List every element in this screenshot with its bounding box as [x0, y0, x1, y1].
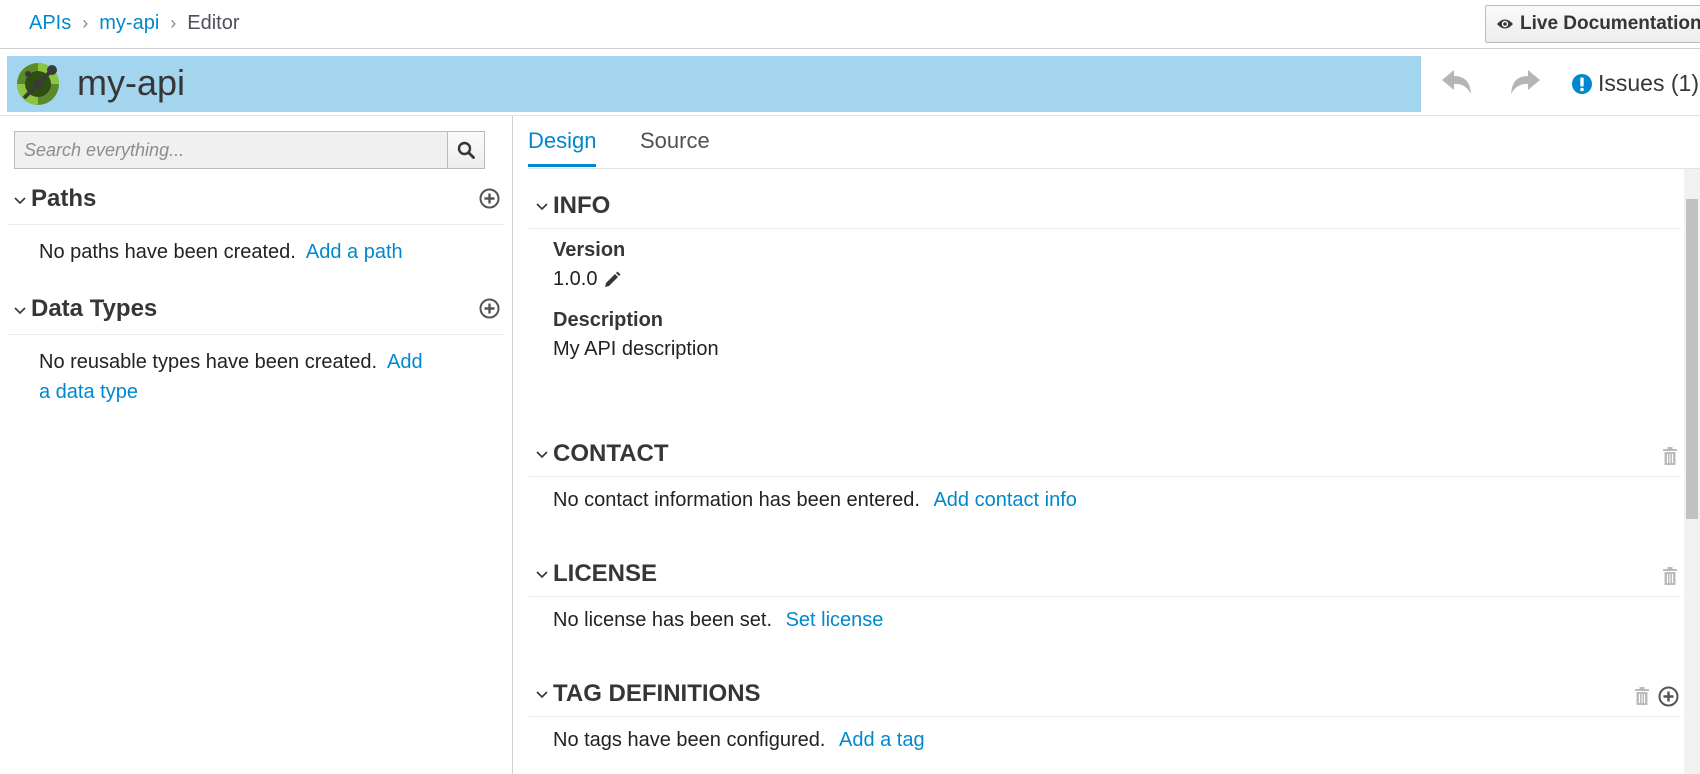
add-path-icon[interactable]: [479, 188, 500, 209]
issues-button[interactable]: Issues (1): [1571, 70, 1699, 97]
eye-icon: [1497, 19, 1513, 29]
description-value[interactable]: My API description: [553, 338, 1681, 361]
description-label: Description: [553, 309, 664, 331]
search-button[interactable]: [448, 131, 485, 169]
set-license-link[interactable]: Set license: [786, 609, 884, 631]
content-scrollbar[interactable]: [1684, 169, 1700, 774]
exclamation-icon: [1572, 73, 1592, 94]
api-title-bar: my-api: [7, 56, 1421, 112]
contact-title: CONTACT: [553, 440, 669, 467]
tags-empty-text: No tags have been configured.: [553, 729, 826, 751]
contact-section: CONTACT No contact information has been …: [529, 431, 1681, 515]
version-row: 1.0.0: [553, 268, 1681, 291]
license-body: No license has been set. Set license: [529, 605, 1681, 635]
api-title: my-api: [77, 62, 186, 103]
paths-title: Paths: [31, 185, 97, 212]
top-bar: APIs › my-api › Editor Live Documentatio…: [0, 0, 1700, 49]
chevron-down-icon[interactable]: [536, 571, 548, 579]
info-title: INFO: [553, 192, 611, 219]
license-empty-text: No license has been set.: [553, 609, 773, 631]
data-types-title: Data Types: [31, 295, 158, 322]
left-navigation-panel: Paths No paths have been created. Add a …: [0, 116, 513, 774]
tags-line: No tags have been configured. Add a tag: [553, 725, 1681, 755]
trash-icon[interactable]: [1662, 447, 1678, 465]
chevron-down-icon[interactable]: [14, 197, 26, 205]
paths-body: No paths have been created. Add a path: [7, 225, 439, 267]
contact-line: No contact information has been entered.…: [553, 485, 1681, 515]
trash-icon[interactable]: [1662, 567, 1678, 585]
license-title: LICENSE: [553, 560, 658, 587]
breadcrumb: APIs › my-api › Editor: [29, 12, 240, 35]
breadcrumb-separator: ›: [82, 13, 89, 33]
redo-icon[interactable]: [1508, 68, 1542, 96]
breadcrumb-api-link[interactable]: my-api: [99, 12, 159, 35]
add-data-type-icon[interactable]: [479, 298, 500, 319]
tag-definitions-title: TAG DEFINITIONS: [553, 680, 761, 707]
logo-icon: [17, 63, 59, 105]
add-tag-icon[interactable]: [1658, 686, 1679, 707]
data-types-section: Data Types No reusable types have been c…: [7, 289, 504, 407]
tag-definitions-header[interactable]: TAG DEFINITIONS: [529, 671, 1681, 717]
live-documentation-label: Live Documentation: [1520, 13, 1700, 34]
trash-icon[interactable]: [1634, 687, 1650, 705]
add-contact-info-link[interactable]: Add contact info: [933, 489, 1076, 511]
tag-definitions-section: TAG DEFINITIONS No tags have been config…: [529, 671, 1681, 755]
chevron-down-icon[interactable]: [14, 307, 26, 315]
issues-label: Issues (1): [1598, 70, 1699, 96]
data-types-header[interactable]: Data Types: [7, 289, 504, 335]
tag-definitions-body: No tags have been configured. Add a tag: [529, 725, 1681, 755]
search-input[interactable]: [14, 131, 448, 169]
tab-design[interactable]: Design: [528, 128, 597, 167]
license-section: LICENSE No license has been set. Set lic…: [529, 551, 1681, 635]
live-documentation-button[interactable]: Live Documentation: [1485, 5, 1700, 43]
search-bar: [14, 131, 485, 169]
contact-empty-text: No contact information has been entered.: [553, 489, 920, 511]
paths-header[interactable]: Paths: [7, 179, 504, 225]
design-content: INFO Version 1.0.0 Description My API de…: [512, 169, 1684, 774]
version-label: Version: [553, 239, 626, 261]
info-header[interactable]: INFO: [529, 183, 1681, 229]
breadcrumb-separator: ›: [170, 13, 177, 33]
editor-tabs: Design Source: [528, 116, 1700, 169]
paths-section: Paths No paths have been created. Add a …: [7, 179, 504, 267]
paths-empty-text: No paths have been created.: [39, 241, 296, 263]
data-types-empty-text: No reusable types have been created.: [39, 351, 377, 373]
contact-header[interactable]: CONTACT: [529, 431, 1681, 477]
tab-source[interactable]: Source: [640, 128, 710, 164]
version-value: 1.0.0: [553, 268, 598, 290]
add-path-link[interactable]: Add a path: [306, 241, 403, 263]
undo-icon[interactable]: [1440, 68, 1474, 96]
chevron-down-icon[interactable]: [536, 203, 548, 211]
pencil-icon[interactable]: [603, 271, 621, 289]
license-line: No license has been set. Set license: [553, 605, 1681, 635]
contact-body: No contact information has been entered.…: [529, 485, 1681, 515]
info-body: Version 1.0.0 Description My API descrip…: [529, 239, 1681, 361]
scrollbar-thumb[interactable]: [1686, 199, 1698, 519]
chevron-down-icon[interactable]: [536, 451, 548, 459]
chevron-down-icon[interactable]: [536, 691, 548, 699]
info-section: INFO Version 1.0.0 Description My API de…: [529, 183, 1681, 361]
data-types-body: No reusable types have been created. Add…: [7, 335, 439, 407]
breadcrumb-current: Editor: [187, 12, 240, 34]
search-icon: [457, 141, 475, 159]
license-header[interactable]: LICENSE: [529, 551, 1681, 597]
breadcrumb-apis-link[interactable]: APIs: [29, 12, 71, 35]
add-tag-link[interactable]: Add a tag: [839, 729, 925, 751]
